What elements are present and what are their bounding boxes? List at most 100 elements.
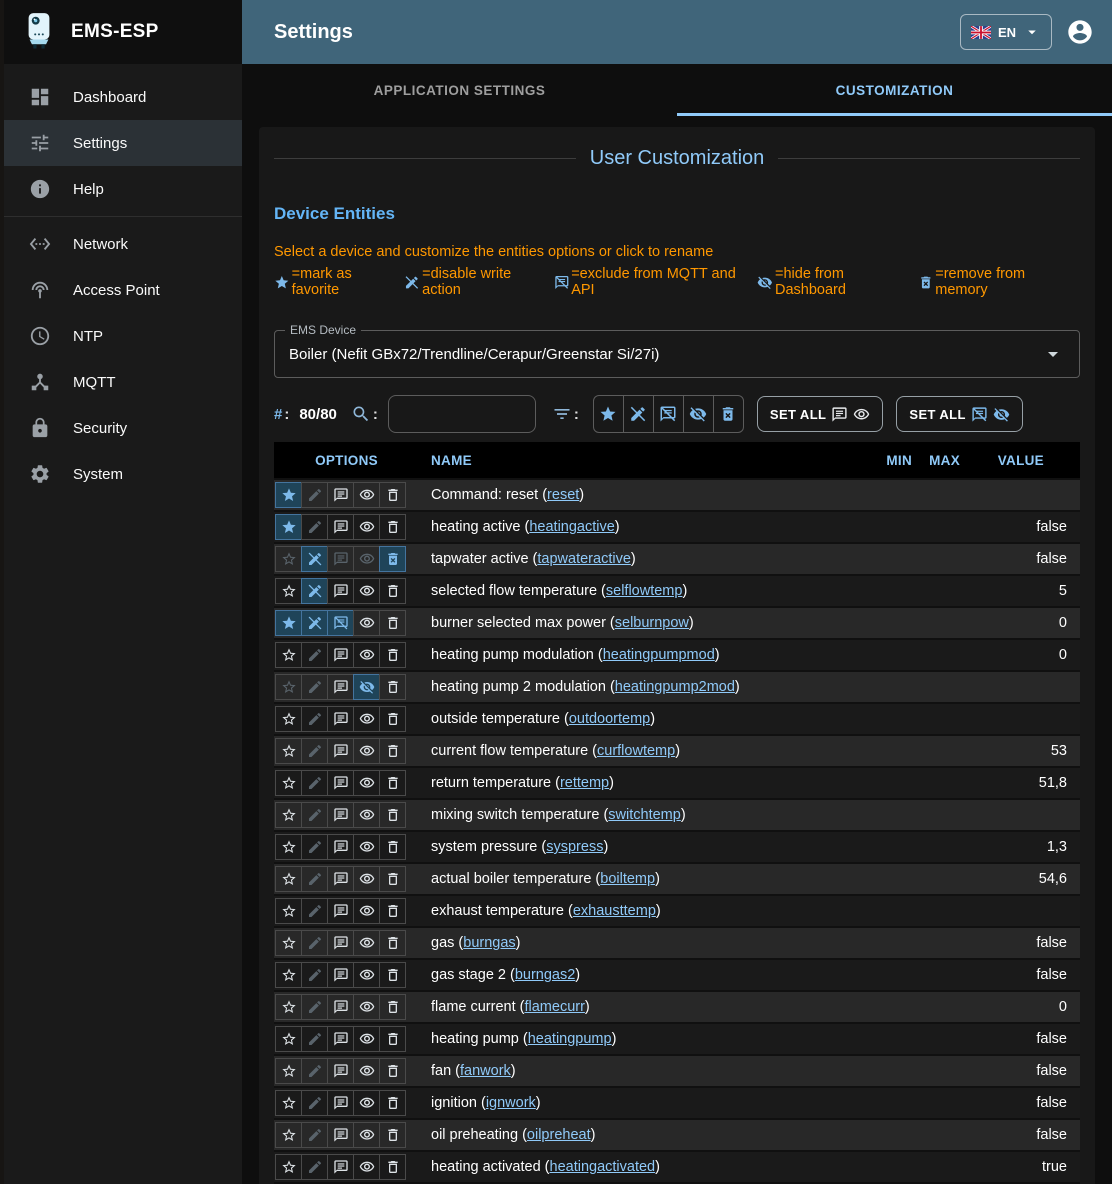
visibility-toggle[interactable]: [353, 642, 380, 668]
favorite-toggle[interactable]: [275, 834, 302, 860]
visibility-toggle[interactable]: [353, 1122, 380, 1148]
entity-code-link[interactable]: curflowtemp: [597, 743, 675, 759]
mqtt-exclude-toggle[interactable]: [327, 1122, 354, 1148]
sidebar-item-settings[interactable]: Settings: [4, 120, 242, 166]
write-toggle[interactable]: [301, 898, 328, 924]
delete-toggle[interactable]: [379, 1090, 406, 1116]
favorite-toggle[interactable]: [275, 674, 302, 700]
delete-toggle[interactable]: [379, 770, 406, 796]
language-selector[interactable]: EN: [960, 14, 1052, 50]
user-avatar-icon[interactable]: [1066, 18, 1094, 46]
entity-code-link[interactable]: exhausttemp: [573, 903, 656, 919]
visibility-toggle[interactable]: [353, 802, 380, 828]
filter-removed-button[interactable]: [714, 396, 743, 432]
set-all-hidden-button[interactable]: SET ALL: [896, 396, 1022, 432]
favorite-toggle[interactable]: [275, 1058, 302, 1084]
visibility-toggle[interactable]: [353, 1090, 380, 1116]
sidebar-item-network[interactable]: Network: [4, 221, 242, 267]
favorite-toggle[interactable]: [275, 770, 302, 796]
entity-code-link[interactable]: selburnpow: [615, 615, 689, 631]
delete-toggle[interactable]: [379, 930, 406, 956]
write-toggle[interactable]: [301, 578, 328, 604]
mqtt-exclude-toggle[interactable]: [327, 994, 354, 1020]
mqtt-exclude-toggle[interactable]: [327, 930, 354, 956]
favorite-toggle[interactable]: [275, 1154, 302, 1180]
favorite-toggle[interactable]: [275, 1026, 302, 1052]
tab-application-settings[interactable]: APPLICATION SETTINGS: [242, 64, 677, 116]
delete-toggle[interactable]: [379, 514, 406, 540]
entity-code-link[interactable]: oilpreheat: [527, 1127, 591, 1143]
write-toggle[interactable]: [301, 866, 328, 892]
write-toggle[interactable]: [301, 1058, 328, 1084]
favorite-toggle[interactable]: [275, 578, 302, 604]
mqtt-exclude-toggle[interactable]: [327, 674, 354, 700]
write-toggle[interactable]: [301, 994, 328, 1020]
visibility-toggle[interactable]: [353, 866, 380, 892]
visibility-toggle[interactable]: [353, 546, 380, 572]
visibility-toggle[interactable]: [353, 962, 380, 988]
mqtt-exclude-toggle[interactable]: [327, 610, 354, 636]
mqtt-exclude-toggle[interactable]: [327, 962, 354, 988]
write-toggle[interactable]: [301, 1026, 328, 1052]
write-toggle[interactable]: [301, 930, 328, 956]
delete-toggle[interactable]: [379, 866, 406, 892]
favorite-toggle[interactable]: [275, 930, 302, 956]
favorite-toggle[interactable]: [275, 994, 302, 1020]
visibility-toggle[interactable]: [353, 738, 380, 764]
entity-code-link[interactable]: reset: [547, 487, 579, 503]
entity-code-link[interactable]: ignwork: [486, 1095, 536, 1111]
write-toggle[interactable]: [301, 770, 328, 796]
visibility-toggle[interactable]: [353, 706, 380, 732]
delete-toggle[interactable]: [379, 1154, 406, 1180]
favorite-toggle[interactable]: [275, 546, 302, 572]
search-input[interactable]: [388, 395, 536, 433]
favorite-toggle[interactable]: [275, 962, 302, 988]
mqtt-exclude-toggle[interactable]: [327, 898, 354, 924]
sidebar-item-dashboard[interactable]: Dashboard: [4, 74, 242, 120]
delete-toggle[interactable]: [379, 834, 406, 860]
visibility-toggle[interactable]: [353, 1154, 380, 1180]
write-toggle[interactable]: [301, 642, 328, 668]
delete-toggle[interactable]: [379, 706, 406, 732]
entity-code-link[interactable]: heatingpump2mod: [615, 679, 735, 695]
mqtt-exclude-toggle[interactable]: [327, 1026, 354, 1052]
delete-toggle[interactable]: [379, 642, 406, 668]
delete-toggle[interactable]: [379, 674, 406, 700]
mqtt-exclude-toggle[interactable]: [327, 1154, 354, 1180]
filter-mqtt-excluded-button[interactable]: [654, 396, 684, 432]
write-toggle[interactable]: [301, 834, 328, 860]
visibility-toggle[interactable]: [353, 770, 380, 796]
delete-toggle[interactable]: [379, 738, 406, 764]
sidebar-item-system[interactable]: System: [4, 451, 242, 497]
delete-toggle[interactable]: [379, 482, 406, 508]
entity-code-link[interactable]: rettemp: [560, 775, 609, 791]
visibility-toggle[interactable]: [353, 930, 380, 956]
mqtt-exclude-toggle[interactable]: [327, 482, 354, 508]
write-toggle[interactable]: [301, 706, 328, 732]
write-toggle[interactable]: [301, 610, 328, 636]
visibility-toggle[interactable]: [353, 834, 380, 860]
visibility-toggle[interactable]: [353, 674, 380, 700]
mqtt-exclude-toggle[interactable]: [327, 546, 354, 572]
filter-write-disabled-button[interactable]: [624, 396, 654, 432]
write-toggle[interactable]: [301, 674, 328, 700]
write-toggle[interactable]: [301, 546, 328, 572]
write-toggle[interactable]: [301, 962, 328, 988]
entity-code-link[interactable]: burngas: [463, 935, 515, 951]
mqtt-exclude-toggle[interactable]: [327, 770, 354, 796]
set-all-visible-button[interactable]: SET ALL: [757, 396, 883, 432]
entity-code-link[interactable]: syspress: [546, 839, 603, 855]
favorite-toggle[interactable]: [275, 1122, 302, 1148]
write-toggle[interactable]: [301, 802, 328, 828]
mqtt-exclude-toggle[interactable]: [327, 514, 354, 540]
write-toggle[interactable]: [301, 482, 328, 508]
entity-code-link[interactable]: flamecurr: [524, 999, 584, 1015]
favorite-toggle[interactable]: [275, 738, 302, 764]
mqtt-exclude-toggle[interactable]: [327, 1090, 354, 1116]
favorite-toggle[interactable]: [275, 482, 302, 508]
visibility-toggle[interactable]: [353, 482, 380, 508]
delete-toggle[interactable]: [379, 578, 406, 604]
entity-code-link[interactable]: tapwateractive: [537, 551, 631, 567]
delete-toggle[interactable]: [379, 546, 406, 572]
entity-code-link[interactable]: boiltemp: [600, 871, 655, 887]
